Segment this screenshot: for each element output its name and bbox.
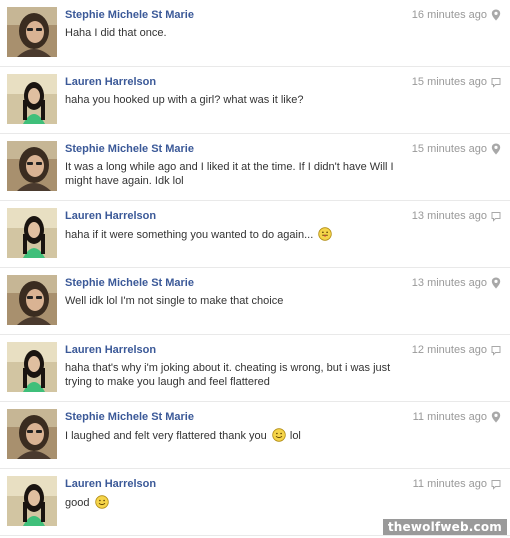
message-thread: Stephie Michele St Marie Haha I did that … — [0, 0, 510, 536]
smiley-icon — [267, 428, 286, 442]
sender-name-link[interactable]: Lauren Harrelson — [65, 210, 156, 222]
message-body: good — [65, 497, 90, 509]
message-body: Well idk lol I'm not single to make that… — [65, 295, 284, 307]
timestamp[interactable]: 13 minutes ago — [412, 210, 487, 222]
avatar[interactable] — [7, 208, 57, 258]
location-pin-icon[interactable] — [491, 411, 501, 423]
timestamp[interactable]: 15 minutes ago — [412, 76, 487, 88]
message-body: haha you hooked up with a girl? what was… — [65, 94, 304, 106]
message-meta: 12 minutes ago — [412, 344, 501, 356]
message-meta: 13 minutes ago — [412, 210, 501, 222]
message-body: haha if it were something you wanted to … — [65, 229, 314, 241]
sender-name-link[interactable]: Lauren Harrelson — [65, 344, 156, 356]
message-body: haha that's why i'm joking about it. che… — [65, 362, 391, 388]
message-text: good — [65, 495, 410, 510]
message-row: Stephie Michele St Marie It was a long wh… — [0, 134, 510, 201]
message-row: Lauren Harrelson haha if it were somethin… — [0, 201, 510, 268]
message-body: It was a long while ago and I liked it a… — [65, 161, 394, 187]
avatar[interactable] — [7, 476, 57, 526]
timestamp[interactable]: 16 minutes ago — [412, 9, 487, 21]
message-meta: 15 minutes ago — [412, 143, 501, 155]
watermark: thewolfweb.com — [382, 519, 507, 535]
sender-name-link[interactable]: Stephie Michele St Marie — [65, 411, 194, 423]
message-suffix: lol — [289, 430, 301, 442]
timestamp[interactable]: 13 minutes ago — [412, 277, 487, 289]
smiley-icon — [89, 495, 109, 509]
timestamp[interactable]: 11 minutes ago — [413, 411, 487, 423]
message-meta: 13 minutes ago — [412, 277, 501, 289]
comment-bubble-icon[interactable] — [491, 76, 501, 88]
avatar[interactable] — [7, 275, 57, 325]
message-text: haha you hooked up with a girl? what was… — [65, 93, 410, 107]
message-row: Lauren Harrelson haha you hooked up with … — [0, 67, 510, 134]
avatar[interactable] — [7, 141, 57, 191]
location-pin-icon[interactable] — [491, 9, 501, 21]
sender-name-link[interactable]: Stephie Michele St Marie — [65, 143, 194, 155]
message-meta: 16 minutes ago — [412, 9, 501, 21]
timestamp[interactable]: 11 minutes ago — [413, 478, 487, 490]
sender-name-link[interactable]: Stephie Michele St Marie — [65, 9, 194, 21]
message-meta: 11 minutes ago — [413, 411, 501, 423]
sender-name-link[interactable]: Lauren Harrelson — [65, 76, 156, 88]
message-body: I laughed and felt very flattered thank … — [65, 430, 267, 442]
sender-name-link[interactable]: Lauren Harrelson — [65, 478, 156, 490]
message-body: Haha I did that once. — [65, 27, 167, 39]
message-row: Stephie Michele St Marie I laughed and fe… — [0, 402, 510, 469]
avatar[interactable] — [7, 409, 57, 459]
comment-bubble-icon[interactable] — [491, 344, 501, 356]
comment-bubble-icon[interactable] — [491, 210, 501, 222]
timestamp[interactable]: 12 minutes ago — [412, 344, 487, 356]
comment-bubble-icon[interactable] — [491, 478, 501, 490]
message-text: Well idk lol I'm not single to make that… — [65, 294, 410, 308]
message-row: Stephie Michele St Marie Well idk lol I'm… — [0, 268, 510, 335]
message-text: It was a long while ago and I liked it a… — [65, 160, 410, 188]
sender-name-link[interactable]: Stephie Michele St Marie — [65, 277, 194, 289]
tongue-smiley-icon — [313, 227, 333, 241]
timestamp[interactable]: 15 minutes ago — [412, 143, 487, 155]
message-text: haha if it were something you wanted to … — [65, 227, 410, 242]
avatar[interactable] — [7, 342, 57, 392]
message-meta: 15 minutes ago — [412, 76, 501, 88]
message-text: haha that's why i'm joking about it. che… — [65, 361, 410, 389]
message-meta: 11 minutes ago — [413, 478, 501, 490]
message-row: Stephie Michele St Marie Haha I did that … — [0, 0, 510, 67]
avatar[interactable] — [7, 74, 57, 124]
location-pin-icon[interactable] — [491, 143, 501, 155]
location-pin-icon[interactable] — [491, 277, 501, 289]
message-row: Lauren Harrelson haha that's why i'm joki… — [0, 335, 510, 402]
message-text: Haha I did that once. — [65, 26, 410, 40]
message-text: I laughed and felt very flattered thank … — [65, 428, 410, 443]
avatar[interactable] — [7, 7, 57, 57]
